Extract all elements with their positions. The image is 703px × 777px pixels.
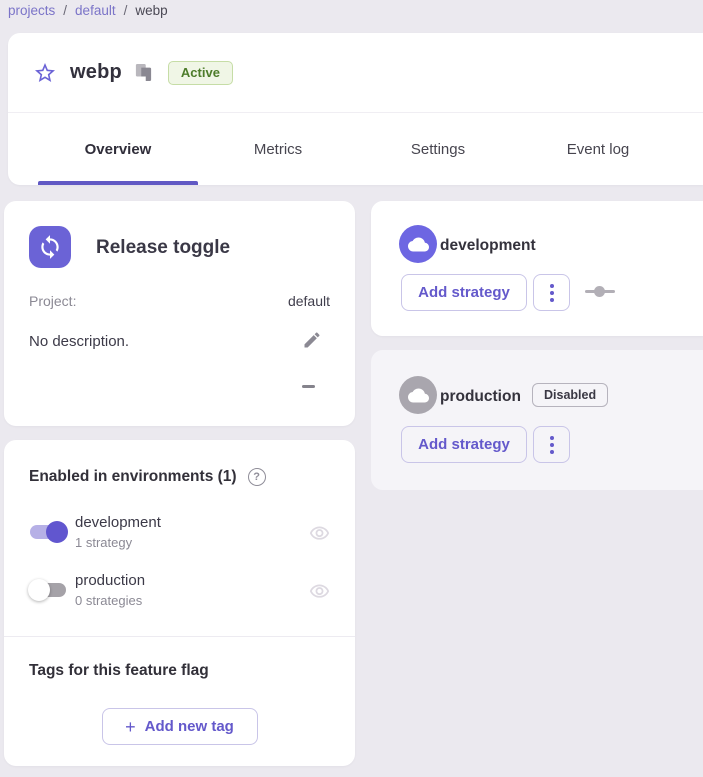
eye-icon[interactable] xyxy=(309,581,330,602)
cloud-icon xyxy=(399,225,437,263)
favorite-star-icon[interactable] xyxy=(33,61,57,85)
enabled-environments-card: Enabled in environments (1) ? developmen… xyxy=(4,440,355,766)
tab-overview[interactable]: Overview xyxy=(38,113,198,185)
toggle-knob xyxy=(28,579,50,601)
cloud-icon xyxy=(399,376,437,414)
add-strategy-button[interactable]: Add strategy xyxy=(401,274,527,311)
enabled-environments-header: Enabled in environments (1) ? xyxy=(29,468,266,486)
description-text: No description. xyxy=(29,333,129,350)
tags-section-title: Tags for this feature flag xyxy=(29,662,209,680)
release-toggle-icon xyxy=(29,226,71,268)
toggle-knob xyxy=(46,521,68,543)
environment-panel-development: development Add strategy xyxy=(371,201,703,336)
environment-strategy-count: 0 strategies xyxy=(75,593,142,608)
tab-event-log[interactable]: Event log xyxy=(518,113,678,185)
toggle-production[interactable] xyxy=(28,580,68,600)
breadcrumb-separator: / xyxy=(124,3,128,18)
page-title: webp xyxy=(70,61,122,84)
feature-title-row: webp Active xyxy=(8,33,703,113)
status-badge: Active xyxy=(168,61,233,85)
help-icon[interactable]: ? xyxy=(248,468,266,486)
tab-settings[interactable]: Settings xyxy=(358,113,518,185)
breadcrumb-default-link[interactable]: default xyxy=(75,3,116,18)
flag-details-card: Release toggle Project: default No descr… xyxy=(4,201,355,426)
breadcrumb-separator: / xyxy=(63,3,67,18)
environment-name-development: development xyxy=(75,514,161,531)
breadcrumb: projects / default / webp xyxy=(8,1,168,19)
add-new-tag-label: Add new tag xyxy=(145,718,234,735)
project-label: Project: xyxy=(29,293,76,309)
environment-panel-title: development xyxy=(440,237,536,255)
plus-icon: + xyxy=(125,718,136,736)
feature-header-card: webp Active Overview Metrics Settings Ev… xyxy=(8,33,703,185)
environment-panel-title: production xyxy=(440,388,521,406)
slider-icon xyxy=(585,286,615,298)
project-value: default xyxy=(288,293,330,309)
breadcrumb-current: webp xyxy=(135,3,167,18)
active-tab-indicator xyxy=(38,181,198,185)
toggle-development[interactable] xyxy=(28,522,68,542)
eye-icon[interactable] xyxy=(309,523,330,544)
tab-bar: Overview Metrics Settings Event log xyxy=(38,113,678,185)
environment-panel-production: production Disabled Add strategy xyxy=(371,350,703,490)
environment-strategy-count: 1 strategy xyxy=(75,535,132,550)
divider xyxy=(4,636,355,637)
edit-description-icon[interactable] xyxy=(302,330,322,350)
dash-icon xyxy=(302,385,315,388)
more-actions-kebab-button[interactable] xyxy=(533,274,570,311)
breadcrumb-projects-link[interactable]: projects xyxy=(8,3,55,18)
environment-name-production: production xyxy=(75,572,145,589)
copy-name-icon[interactable] xyxy=(135,63,152,82)
disabled-badge: Disabled xyxy=(532,383,608,407)
more-actions-kebab-button[interactable] xyxy=(533,426,570,463)
add-new-tag-button[interactable]: + Add new tag xyxy=(102,708,258,745)
enabled-environments-title: Enabled in environments (1) xyxy=(29,468,237,486)
flag-type-title: Release toggle xyxy=(96,237,230,259)
tab-metrics[interactable]: Metrics xyxy=(198,113,358,185)
project-row: Project: default xyxy=(29,293,330,309)
add-strategy-button[interactable]: Add strategy xyxy=(401,426,527,463)
